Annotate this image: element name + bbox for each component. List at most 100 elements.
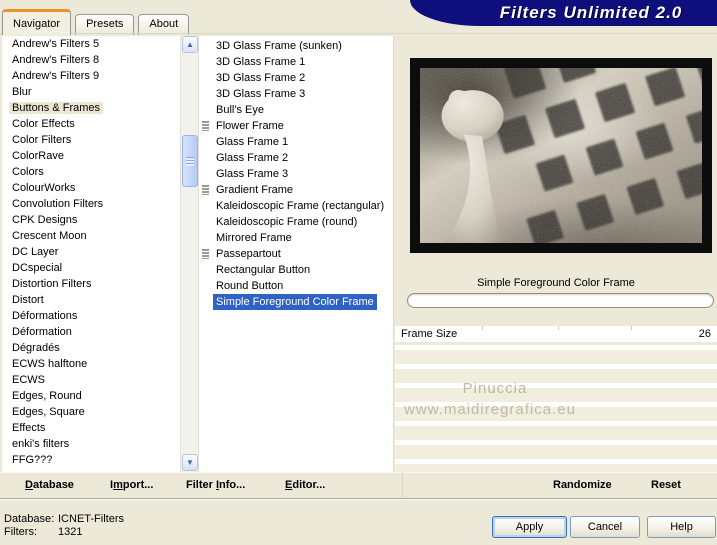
filter-item-label: 3D Glass Frame 1 xyxy=(216,56,306,68)
category-item-label: Andrew's Filters 5 xyxy=(12,38,100,50)
filter-item-label: Simple Foreground Color Frame xyxy=(213,294,377,310)
category-item-label: Crescent Moon xyxy=(12,230,87,242)
category-item[interactable]: Déformation xyxy=(2,324,180,340)
filter-item[interactable]: Simple Foreground Color Frame xyxy=(199,294,393,310)
filter-item-label: Glass Frame 3 xyxy=(216,168,289,180)
category-item[interactable]: Buttons & Frames xyxy=(2,100,180,116)
app-title: Filters Unlimited 2.0 xyxy=(499,3,683,22)
category-item[interactable]: Andrew's Filters 5 xyxy=(2,36,180,52)
randomize-button[interactable]: Randomize xyxy=(553,479,612,491)
filter-item[interactable]: Mirrored Frame xyxy=(199,230,393,246)
filter-item-label: Bull's Eye xyxy=(216,104,264,116)
filter-item[interactable]: Flower Frame xyxy=(199,118,393,134)
scroll-down-button[interactable]: ▼ xyxy=(182,454,198,471)
category-item-label: Buttons & Frames xyxy=(9,102,104,114)
category-item-label: Déformations xyxy=(12,310,78,322)
category-item[interactable]: Color Filters xyxy=(2,132,180,148)
apply-button[interactable]: Apply xyxy=(492,516,567,538)
filter-item[interactable]: Glass Frame 1 xyxy=(199,134,393,150)
filter-item[interactable]: Rectangular Button xyxy=(199,262,393,278)
category-item[interactable]: ColourWorks xyxy=(2,180,180,196)
filter-info-menu-button[interactable]: Filter Info... xyxy=(186,479,245,491)
category-item-label: DC Layer xyxy=(12,246,59,258)
category-item[interactable]: ECWS halftone xyxy=(2,356,180,372)
modified-marker-icon xyxy=(202,121,209,131)
category-item[interactable]: CPK Designs xyxy=(2,212,180,228)
content-divider xyxy=(0,33,717,34)
category-item[interactable]: Andrew's Filters 8 xyxy=(2,52,180,68)
filter-item-label: Round Button xyxy=(216,280,284,292)
reset-button[interactable]: Reset xyxy=(651,479,681,491)
category-item[interactable]: Color Effects xyxy=(2,116,180,132)
category-item-label: ColorRave xyxy=(12,150,64,162)
menubar-divider xyxy=(402,472,403,498)
category-item[interactable]: DCspecial xyxy=(2,260,180,276)
category-item[interactable]: Dégradés xyxy=(2,340,180,356)
filter-item-label: 3D Glass Frame 2 xyxy=(216,72,306,84)
filter-item[interactable]: Kaleidoscopic Frame (rectangular) xyxy=(199,198,393,214)
filter-item[interactable]: Glass Frame 3 xyxy=(199,166,393,182)
filter-item-label: Kaleidoscopic Frame (round) xyxy=(216,216,358,228)
filter-item[interactable]: Glass Frame 2 xyxy=(199,150,393,166)
category-item[interactable]: Déformations xyxy=(2,308,180,324)
frame-size-slider[interactable]: Frame Size 26 xyxy=(395,326,717,342)
category-item[interactable]: Distortion Filters xyxy=(2,276,180,292)
category-item[interactable]: FFG??? xyxy=(2,452,180,468)
category-scrollbar[interactable]: ▲ ▼ xyxy=(180,36,198,472)
category-item[interactable]: ECWS xyxy=(2,372,180,388)
tab[interactable]: About xyxy=(138,14,190,35)
filter-item-label: Gradient Frame xyxy=(216,184,294,196)
progress-bar xyxy=(407,293,714,308)
filter-item[interactable]: Passepartout xyxy=(199,246,393,262)
editor-menu-button[interactable]: Editor... xyxy=(285,479,325,491)
modified-marker-icon xyxy=(202,249,209,259)
category-item[interactable]: enki's filters xyxy=(2,436,180,452)
category-item-label: enki's filters xyxy=(12,438,70,450)
category-item-label: FFG??? xyxy=(12,454,53,466)
category-item-label: Edges, Round xyxy=(12,390,82,402)
help-button[interactable]: Help xyxy=(647,516,716,538)
category-item[interactable]: Andrew's Filters 9 xyxy=(2,68,180,84)
category-item[interactable]: Colors xyxy=(2,164,180,180)
status-filters-label: Filters: xyxy=(4,526,37,538)
category-list: Andrew's Filters 5 Andrew's Filters 8 An… xyxy=(2,36,180,472)
category-item[interactable]: Blur xyxy=(2,84,180,100)
scroll-up-button[interactable]: ▲ xyxy=(182,36,198,53)
filter-item-label: Flower Frame xyxy=(216,120,284,132)
category-item[interactable]: ColorRave xyxy=(2,148,180,164)
scrollbar-thumb[interactable] xyxy=(182,135,198,187)
category-item-label: Andrew's Filters 9 xyxy=(12,70,100,82)
import-menu-button[interactable]: Import... xyxy=(110,479,153,491)
category-item-label: ColourWorks xyxy=(12,182,76,194)
filter-item[interactable]: Kaleidoscopic Frame (round) xyxy=(199,214,393,230)
filter-item[interactable]: Gradient Frame xyxy=(199,182,393,198)
filter-item[interactable]: Round Button xyxy=(199,278,393,294)
category-item[interactable]: Crescent Moon xyxy=(2,228,180,244)
cancel-button[interactable]: Cancel xyxy=(570,516,640,538)
tab[interactable]: Presets xyxy=(75,14,135,35)
category-item-label: ECWS xyxy=(12,374,45,386)
category-item-label: Distortion Filters xyxy=(12,278,92,290)
filter-item[interactable]: 3D Glass Frame 1 xyxy=(199,54,393,70)
tab-label: About xyxy=(149,18,179,30)
tab-bar: Navigator Presets About xyxy=(2,9,193,35)
filter-item[interactable]: 3D Glass Frame 3 xyxy=(199,86,393,102)
filter-item[interactable]: 3D Glass Frame (sunken) xyxy=(199,38,393,54)
category-item[interactable]: DC Layer xyxy=(2,244,180,260)
category-item-label: ECWS halftone xyxy=(12,358,88,370)
tab[interactable]: Navigator xyxy=(2,9,72,35)
category-item[interactable]: Distort xyxy=(2,292,180,308)
category-item-label: Color Filters xyxy=(12,134,72,146)
category-item[interactable]: Edges, Square xyxy=(2,404,180,420)
database-menu-button[interactable]: Database xyxy=(25,479,74,491)
category-item[interactable]: Effects xyxy=(2,420,180,436)
scroll-up-icon: ▲ xyxy=(186,39,194,49)
modified-marker-icon xyxy=(202,185,209,195)
category-item[interactable]: Edges, Round xyxy=(2,388,180,404)
filter-item[interactable]: Bull's Eye xyxy=(199,102,393,118)
filter-list: 3D Glass Frame (sunken) 3D Glass Frame 1… xyxy=(198,36,393,472)
filter-item[interactable]: 3D Glass Frame 2 xyxy=(199,70,393,86)
category-item[interactable]: Convolution Filters xyxy=(2,196,180,212)
preview-image xyxy=(410,58,712,253)
category-item-label: Blur xyxy=(12,86,32,98)
